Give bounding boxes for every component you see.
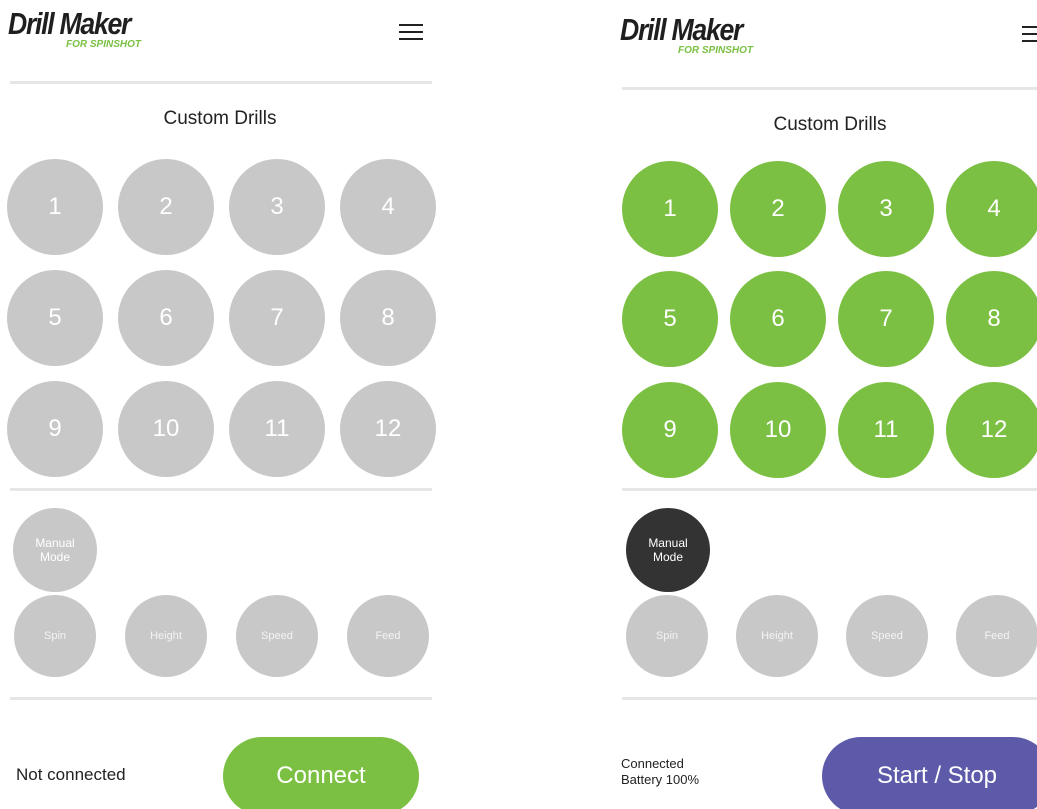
app-logo: Drill Maker FOR SPINSHOT — [8, 6, 188, 66]
drill-button-8[interactable]: 8 — [946, 271, 1037, 367]
drill-button-11[interactable]: 11 — [229, 381, 325, 477]
drill-button-3[interactable]: 3 — [229, 159, 325, 255]
connect-button[interactable]: Connect — [223, 737, 419, 809]
drill-button-1[interactable]: 1 — [622, 161, 718, 257]
drill-button-5[interactable]: 5 — [7, 270, 103, 366]
height-button[interactable]: Height — [736, 595, 818, 677]
app-logo: Drill Maker FOR SPINSHOT — [620, 12, 800, 72]
drills-divider — [10, 488, 432, 491]
drill-button-9[interactable]: 9 — [622, 382, 718, 478]
screen-disconnected: Drill Maker FOR SPINSHOT Custom Drills 1… — [0, 0, 440, 809]
logo-title: Drill Maker — [620, 12, 743, 47]
speed-button[interactable]: Speed — [846, 595, 928, 677]
drill-button-10[interactable]: 10 — [118, 381, 214, 477]
connection-status: Connected Battery 100% — [621, 756, 699, 788]
drill-button-2[interactable]: 2 — [118, 159, 214, 255]
section-title: Custom Drills — [163, 108, 277, 129]
app-comparison: Drill Maker FOR SPINSHOT Custom Drills 1… — [0, 0, 1037, 809]
drill-button-12[interactable]: 12 — [946, 382, 1037, 478]
hamburger-icon[interactable] — [399, 24, 423, 42]
drill-button-12[interactable]: 12 — [340, 381, 436, 477]
drill-button-2[interactable]: 2 — [730, 161, 826, 257]
drill-button-8[interactable]: 8 — [340, 270, 436, 366]
drill-button-6[interactable]: 6 — [118, 270, 214, 366]
logo-title: Drill Maker — [8, 6, 131, 41]
header-divider — [622, 87, 1037, 90]
params-divider — [622, 697, 1037, 700]
drill-button-11[interactable]: 11 — [838, 382, 934, 478]
speed-button[interactable]: Speed — [236, 595, 318, 677]
connected-label: Connected — [621, 756, 684, 771]
feed-button[interactable]: Feed — [347, 595, 429, 677]
drill-button-5[interactable]: 5 — [622, 271, 718, 367]
drill-button-4[interactable]: 4 — [340, 159, 436, 255]
drill-button-3[interactable]: 3 — [838, 161, 934, 257]
spin-button[interactable]: Spin — [626, 595, 708, 677]
drill-button-9[interactable]: 9 — [7, 381, 103, 477]
section-title: Custom Drills — [773, 114, 887, 135]
drill-button-4[interactable]: 4 — [946, 161, 1037, 257]
manual-mode-button[interactable]: Manual Mode — [13, 508, 97, 592]
header-divider — [10, 81, 432, 84]
drill-button-1[interactable]: 1 — [7, 159, 103, 255]
hamburger-icon[interactable] — [1022, 26, 1037, 44]
drill-button-10[interactable]: 10 — [730, 382, 826, 478]
start-stop-button[interactable]: Start / Stop — [822, 737, 1037, 809]
screen-connected: Drill Maker FOR SPINSHOT Custom Drills 1… — [618, 0, 1037, 809]
logo-subtitle: FOR SPINSHOT — [678, 45, 754, 56]
height-button[interactable]: Height — [125, 595, 207, 677]
drill-button-7[interactable]: 7 — [838, 271, 934, 367]
drills-divider — [622, 488, 1037, 491]
connection-status: Not connected — [16, 765, 126, 784]
manual-mode-button[interactable]: Manual Mode — [626, 508, 710, 592]
drill-button-7[interactable]: 7 — [229, 270, 325, 366]
feed-button[interactable]: Feed — [956, 595, 1037, 677]
logo-subtitle: FOR SPINSHOT — [66, 39, 142, 50]
battery-label: Battery 100% — [621, 772, 700, 787]
spin-button[interactable]: Spin — [14, 595, 96, 677]
params-divider — [10, 697, 432, 700]
drill-button-6[interactable]: 6 — [730, 271, 826, 367]
